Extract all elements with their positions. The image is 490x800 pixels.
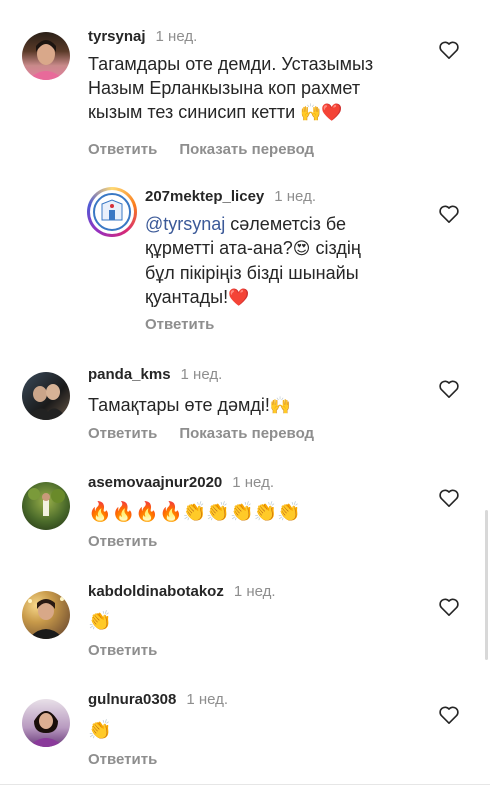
username[interactable]: tyrsynaj — [88, 28, 146, 45]
comment-text: 🔥🔥🔥🔥👏👏👏👏👏 — [88, 501, 301, 523]
avatar[interactable] — [22, 372, 70, 420]
username[interactable]: panda_kms — [88, 366, 171, 383]
profile-photo-icon — [28, 711, 64, 747]
profile-photo-icon — [28, 488, 65, 516]
avatar[interactable] — [22, 591, 70, 639]
comment-meta: 207mektep_licey 1 нед. — [145, 188, 316, 205]
reply-button[interactable]: Ответить — [88, 642, 157, 659]
profile-photo-icon — [24, 384, 68, 420]
comment-actions: Ответить — [88, 751, 179, 768]
translate-button[interactable]: Показать перевод — [179, 425, 314, 442]
comment-actions: Ответить — [88, 533, 179, 550]
reply-button[interactable]: Ответить — [88, 141, 157, 158]
profile-photo-icon — [28, 597, 64, 639]
comment-actions: Ответить Показать перевод — [88, 141, 336, 158]
timestamp: 1 нед. — [180, 366, 223, 383]
avatar[interactable] — [22, 32, 70, 80]
reply-button[interactable]: Ответить — [88, 425, 157, 442]
comment-text: @tyrsynaj сәлеметсіз бе құрметті ата-ана… — [145, 214, 361, 308]
username[interactable]: asemovaajnur2020 — [88, 474, 222, 491]
comment-actions: Ответить — [145, 316, 236, 333]
comment-actions: Ответить Показать перевод — [88, 425, 336, 442]
comment-text: Тамақтары өте дәмді!🙌 — [88, 395, 292, 416]
scrollbar[interactable] — [485, 510, 488, 660]
timestamp: 1 нед. — [186, 691, 229, 708]
comment-meta: asemovaajnur2020 1 нед. — [88, 474, 274, 491]
timestamp: 1 нед. — [233, 583, 276, 600]
divider — [0, 784, 490, 785]
like-heart-icon[interactable] — [438, 705, 460, 725]
username[interactable]: gulnura0308 — [88, 691, 176, 708]
reply-button[interactable]: Ответить — [88, 533, 157, 550]
timestamp: 1 нед. — [232, 474, 274, 491]
timestamp: 1 нед. — [274, 188, 316, 205]
avatar[interactable] — [87, 187, 137, 237]
like-heart-icon[interactable] — [438, 40, 460, 60]
comment-actions: Ответить — [88, 642, 179, 659]
username[interactable]: 207mektep_licey — [145, 188, 264, 205]
reply-button[interactable]: Ответить — [145, 316, 214, 333]
comment-text: Тагамдары оте демди. Устазымыз Назым Ерл… — [88, 54, 374, 123]
like-heart-icon[interactable] — [438, 204, 460, 224]
like-heart-icon[interactable] — [438, 379, 460, 399]
mention-link[interactable]: @tyrsynaj — [145, 214, 225, 234]
comment-text: 👏 — [88, 719, 112, 741]
avatar[interactable] — [22, 482, 70, 530]
profile-photo-icon — [28, 40, 64, 80]
comment-meta: kabdoldinabotakoz 1 нед. — [88, 583, 276, 600]
username[interactable]: kabdoldinabotakoz — [88, 583, 224, 600]
translate-button[interactable]: Показать перевод — [179, 141, 314, 158]
reply-button[interactable]: Ответить — [88, 751, 157, 768]
like-heart-icon[interactable] — [438, 488, 460, 508]
like-heart-icon[interactable] — [438, 597, 460, 617]
school-logo-icon — [93, 193, 131, 231]
avatar[interactable] — [22, 699, 70, 747]
comment-meta: tyrsynaj 1 нед. — [88, 28, 197, 45]
comment-text: 👏 — [88, 610, 112, 632]
comment-meta: gulnura0308 1 нед. — [88, 691, 228, 708]
timestamp: 1 нед. — [155, 28, 198, 45]
comment-meta: panda_kms 1 нед. — [88, 366, 222, 383]
